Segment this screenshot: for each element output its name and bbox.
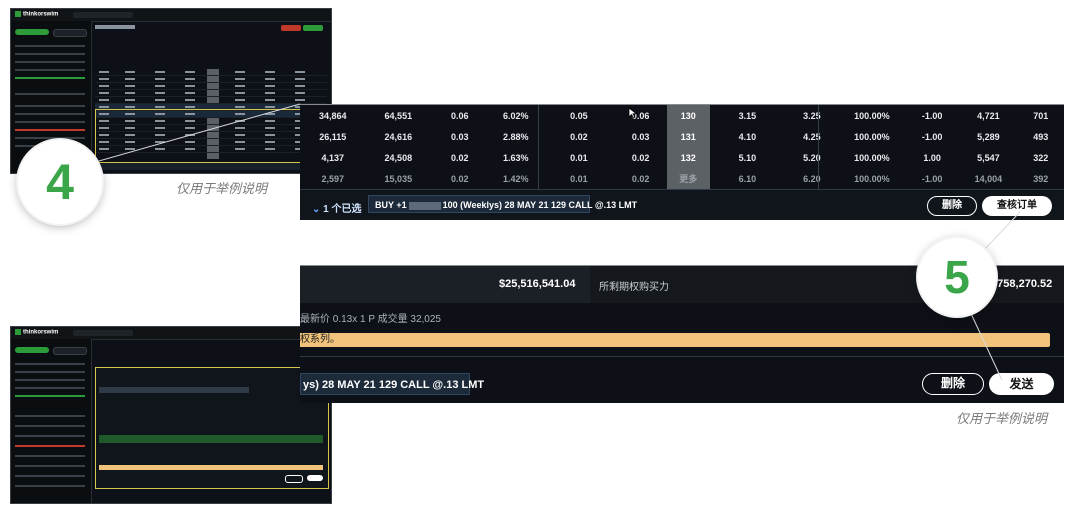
illustration-caption-2: 仅用于举例说明	[956, 412, 1048, 427]
callout-lines	[59, 103, 1021, 381]
step-5-badge: 5	[918, 238, 996, 316]
illustration-caption: 仅用于举例说明	[176, 182, 268, 197]
step-4-badge: 4	[18, 140, 102, 224]
step-5-number: 5	[944, 251, 970, 303]
step-4-number: 4	[46, 154, 74, 210]
